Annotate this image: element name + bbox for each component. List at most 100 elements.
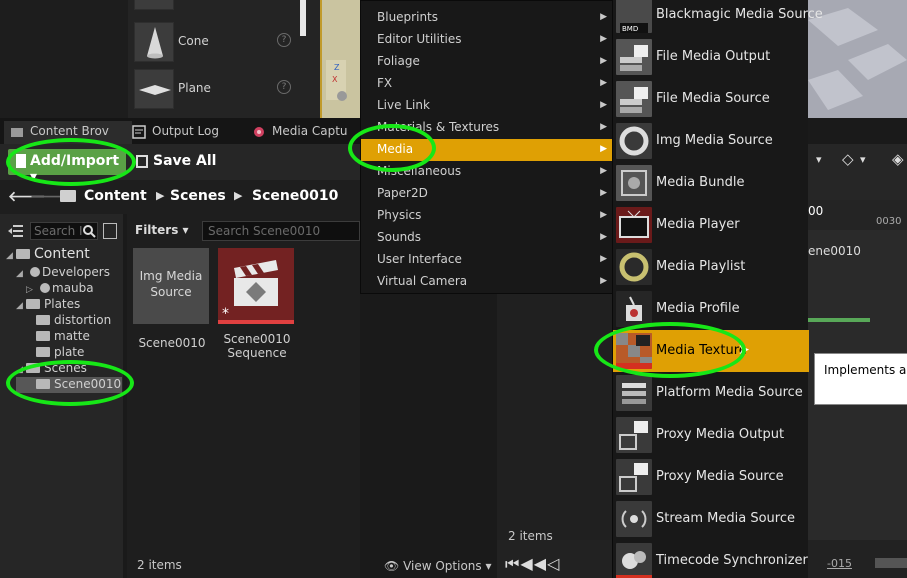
list-view-icon[interactable] — [103, 223, 117, 239]
tree-item-scenes[interactable]: ◢ Scenes — [16, 361, 87, 377]
asset-search-input[interactable]: Search Scene0010 — [202, 221, 360, 241]
tab-media-capture[interactable]: Media Captu — [246, 121, 360, 144]
menu-item-sounds[interactable]: Sounds ▶ — [361, 227, 613, 249]
timeline-time: 0030 — [876, 216, 902, 227]
place-item-cone[interactable]: Cone ? — [134, 22, 304, 62]
asset-tile-level-sequence[interactable]: * Scene0010 Sequence — [218, 248, 296, 360]
asset-tile-img-media-source[interactable]: Img Media Source Scene0010 — [133, 248, 211, 350]
tree-label: Scene0010 — [54, 377, 122, 391]
eye-icon: 👁 — [384, 559, 404, 573]
breadcrumb-item[interactable]: Scene0010 — [252, 188, 338, 204]
menu-item-label: File Media Source — [656, 91, 770, 106]
sequencer-toolbar: ▾ ◇ ▾ ◈ — [808, 144, 907, 200]
expand-arrow-icon[interactable]: ◢ — [16, 301, 26, 311]
menu-item-img-media-source[interactable]: Img Media Source — [613, 120, 809, 162]
menu-item-editor-utilities[interactable]: Editor Utilities ▶ — [361, 29, 613, 51]
tree-label: Plates — [44, 297, 81, 311]
menu-item-materials-textures[interactable]: Materials & Textures ▶ — [361, 117, 613, 139]
key-icon[interactable]: ◇ — [842, 150, 854, 168]
menu-item-fx[interactable]: FX ▶ — [361, 73, 613, 95]
collapse-arrow-icon[interactable]: ▷ — [26, 285, 36, 295]
expand-arrow-icon[interactable]: ◢ — [16, 269, 26, 279]
tree-item-scene0010[interactable]: Scene0010 — [16, 377, 122, 393]
tab-content-browser[interactable]: Content Brov — [4, 121, 132, 144]
save-all-button[interactable]: Save All — [136, 153, 216, 169]
menu-item-foliage[interactable]: Foliage ▶ — [361, 51, 613, 73]
menu-item-proxy-media-output[interactable]: Proxy Media Output — [613, 414, 809, 456]
place-item-plane[interactable]: Plane ? — [134, 69, 304, 109]
tree-label: Content — [34, 246, 90, 262]
breadcrumb-separator-icon[interactable]: ▶ — [234, 189, 242, 202]
tv-icon — [616, 207, 652, 243]
menu-item-paper2d[interactable]: Paper2D ▶ — [361, 183, 613, 205]
tree-item-plate[interactable]: plate — [36, 345, 84, 361]
cone-icon — [134, 22, 174, 62]
sequencer-track[interactable]: ene0010 — [808, 230, 907, 326]
transport-controls-icon[interactable]: ⏮◀◀◁ — [505, 554, 560, 574]
tree-item-distortion[interactable]: distortion — [36, 313, 111, 329]
breadcrumb-separator-icon[interactable]: ▶ — [156, 189, 164, 202]
place-item-partial[interactable] — [134, 0, 304, 10]
menu-item-user-interface[interactable]: User Interface ▶ — [361, 249, 613, 271]
menu-item-platform-media-source[interactable]: Platform Media Source — [613, 372, 809, 414]
blackmagic-icon: BMD — [616, 0, 652, 33]
tree-item-mauba[interactable]: ▷ mauba — [26, 281, 94, 297]
tooltip: Implements a texture — [814, 353, 907, 405]
img-media-source-thumbnail: Img Media Source — [133, 248, 209, 324]
menu-item-timecode-synchronizer[interactable]: Timecode Synchronizer — [613, 540, 809, 578]
platform-icon — [616, 375, 652, 411]
tree-item-matte[interactable]: matte — [36, 329, 90, 345]
menu-item-label: Paper2D — [377, 186, 428, 200]
menu-item-file-media-output[interactable]: File Media Output — [613, 36, 809, 78]
menu-item-media-playlist[interactable]: Media Playlist — [613, 246, 809, 288]
tab-output-log[interactable]: Output Log — [126, 121, 242, 144]
filters-button[interactable]: Filters ▾ — [135, 223, 189, 237]
dropdown-arrow-icon[interactable]: ▾ — [816, 153, 822, 166]
menu-item-miscellaneous[interactable]: Miscellaneous ▶ — [361, 161, 613, 183]
tree-item-plates[interactable]: ◢ Plates — [16, 297, 80, 313]
menu-item-file-media-source[interactable]: File Media Source — [613, 78, 809, 120]
tree-item-content[interactable]: ◢ Content — [6, 246, 122, 262]
menu-item-stream-media-source[interactable]: Stream Media Source — [613, 498, 809, 540]
menu-item-proxy-media-source[interactable]: Proxy Media Source — [613, 456, 809, 498]
menu-item-media-bundle[interactable]: Media Bundle — [613, 162, 809, 204]
submenu-arrow-icon: ▶ — [600, 100, 607, 110]
menu-item-blackmagic-media-source[interactable]: BMD Blackmagic Media Source — [613, 0, 823, 36]
dropdown-arrow-icon[interactable]: ▾ — [860, 153, 866, 166]
menu-item-label: Media Player — [656, 217, 740, 232]
menu-item-media[interactable]: Media ▶ — [361, 139, 613, 161]
collapse-sources-icon[interactable] — [8, 224, 24, 238]
clapperboard-icon: * — [218, 248, 294, 324]
expand-arrow-icon[interactable]: ◢ — [16, 365, 26, 375]
timeline-scrollbar[interactable] — [875, 558, 907, 568]
menu-item-live-link[interactable]: Live Link ▶ — [361, 95, 613, 117]
folder-icon — [36, 315, 50, 325]
help-icon[interactable]: ? — [277, 80, 291, 94]
view-options-button[interactable]: 👁 View Options ▾ — [384, 559, 492, 573]
level-viewport[interactable]: Z X — [320, 0, 360, 118]
settings-icon[interactable]: ◈ — [892, 150, 904, 168]
menu-item-physics[interactable]: Physics ▶ — [361, 205, 613, 227]
item-count: 2 items — [137, 558, 182, 572]
breadcrumb-item[interactable]: Scenes — [170, 188, 226, 204]
menu-item-virtual-camera[interactable]: Virtual Camera ▶ — [361, 271, 613, 293]
menu-item-media-texture[interactable]: Media Texture ➤ — [613, 330, 809, 372]
add-import-button[interactable]: Add/Import ▾ — [8, 149, 126, 185]
timeline-ruler[interactable]: 00 0030 — [808, 200, 907, 230]
expand-arrow-icon[interactable]: ◢ — [6, 251, 16, 261]
menu-item-label: Stream Media Source — [656, 511, 795, 526]
stream-icon — [616, 501, 652, 537]
menu-item-media-profile[interactable]: Media Profile — [613, 288, 809, 330]
tree-item-developers[interactable]: ◢ Developers — [16, 265, 110, 281]
level-viewport-right[interactable] — [808, 0, 907, 118]
menu-item-media-player[interactable]: Media Player — [613, 204, 809, 246]
user-folder-icon — [40, 283, 50, 293]
breadcrumb-item[interactable]: Content — [84, 188, 147, 204]
menu-item-label: Foliage — [377, 54, 420, 68]
submenu-arrow-icon: ▶ — [600, 122, 607, 132]
menu-item-label: Physics — [377, 208, 422, 222]
ring-icon — [616, 123, 652, 159]
menu-item-blueprints[interactable]: Blueprints ▶ — [361, 7, 613, 29]
help-icon[interactable]: ? — [277, 33, 291, 47]
folder-icon — [26, 363, 40, 373]
